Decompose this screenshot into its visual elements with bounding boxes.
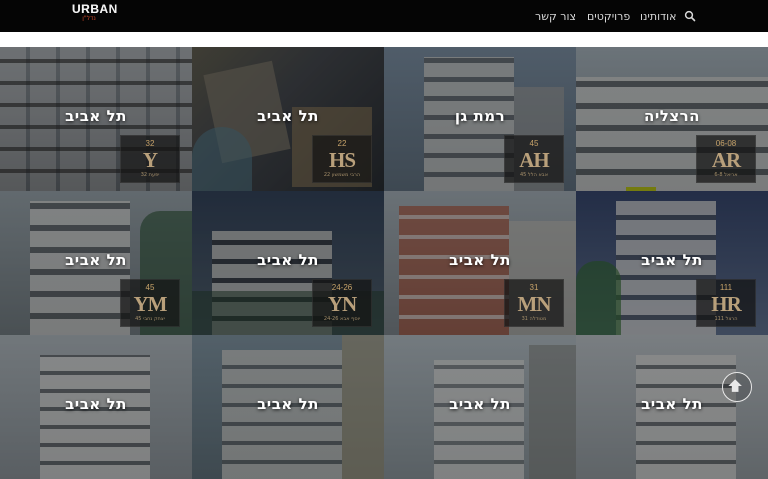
project-badge: 31 MN מטודלה 31 [504, 279, 564, 327]
project-tile[interactable]: רמת גן 45 AH אבא הלל 45 [384, 47, 576, 191]
search-icon[interactable] [684, 10, 696, 22]
project-street: אריאל 6-8 [714, 172, 738, 178]
project-street: יצחק נחבי 45 [135, 316, 165, 322]
logo-title: URBAN [72, 2, 118, 16]
project-street: הרצל 111 [714, 316, 738, 322]
project-city: תל אביב [65, 107, 127, 125]
project-code: AH [519, 148, 550, 172]
arrow-up-icon [728, 379, 742, 392]
scroll-to-top-button[interactable] [722, 372, 752, 402]
project-tile[interactable]: תל אביב [0, 335, 192, 479]
project-tile[interactable]: תל אביב [192, 335, 384, 479]
project-city: תל אביב [257, 251, 319, 269]
project-city: תל אביב [641, 251, 703, 269]
project-tile[interactable]: תל אביב 24-26 YN יוסף אבא 24-26 [192, 191, 384, 335]
project-code: Y [142, 148, 158, 172]
project-street: הרבי משמשון 22 [323, 172, 361, 178]
project-badge: 24-26 YN יוסף אבא 24-26 [312, 279, 372, 327]
project-city: הרצליה [644, 107, 700, 125]
nav-projects-link[interactable]: פרויקטים [587, 0, 630, 32]
project-city: תל אביב [257, 107, 319, 125]
project-street: אבא הלל 45 [519, 172, 549, 178]
header-spacer [0, 32, 768, 47]
project-city: תל אביב [449, 395, 511, 413]
project-badge: 06-08 AR אריאל 6-8 [696, 135, 756, 183]
project-city: תל אביב [65, 395, 127, 413]
project-badge: 111 HR הרצל 111 [696, 279, 756, 327]
project-badge: 32 Y יפעת 32 [120, 135, 180, 183]
urban-logo[interactable]: URBAN נדל"ן [72, 2, 118, 27]
project-tile[interactable]: תל אביב [384, 335, 576, 479]
nav-about-link[interactable]: אודותינו [640, 0, 676, 32]
project-tile[interactable]: תל אביב 22 HS הרבי משמשון 22 [192, 47, 384, 191]
project-badge: 22 HS הרבי משמשון 22 [312, 135, 372, 183]
project-tile[interactable]: הרצליה 06-08 AR אריאל 6-8 [576, 47, 768, 191]
project-tile[interactable]: תל אביב 45 YM יצחק נחבי 45 [0, 191, 192, 335]
project-city: רמת גן [454, 107, 506, 125]
projects-grid: תל אביב 32 Y יפעת 32 תל אביב 22 HS הרבי … [0, 47, 768, 479]
project-tile[interactable]: תל אביב [576, 335, 768, 479]
project-code: YM [133, 292, 168, 316]
project-city: תל אביב [449, 251, 511, 269]
project-code: AR [711, 148, 741, 172]
project-tile[interactable]: תל אביב 31 MN מטודלה 31 [384, 191, 576, 335]
project-code: HS [328, 148, 356, 172]
project-tile[interactable]: תל אביב 111 HR הרצל 111 [576, 191, 768, 335]
project-street: מטודלה 31 [521, 316, 547, 322]
logo-subtitle: נדל"ן [82, 15, 96, 22]
top-navigation-bar: URBAN נדל"ן צור קשר פרויקטים אודותינו [0, 0, 768, 32]
project-code: HR [711, 292, 742, 316]
project-city: תל אביב [65, 251, 127, 269]
project-code: YN [327, 292, 357, 316]
project-badge: 45 YM יצחק נחבי 45 [120, 279, 180, 327]
project-badge: 45 AH אבא הלל 45 [504, 135, 564, 183]
project-city: תל אביב [257, 395, 319, 413]
project-street: יוסף אבא 24-26 [323, 316, 361, 322]
project-street: יפעת 32 [140, 172, 160, 178]
project-code: MN [517, 292, 552, 316]
project-tile[interactable]: תל אביב 32 Y יפעת 32 [0, 47, 192, 191]
nav-contact-link[interactable]: צור קשר [535, 0, 576, 32]
